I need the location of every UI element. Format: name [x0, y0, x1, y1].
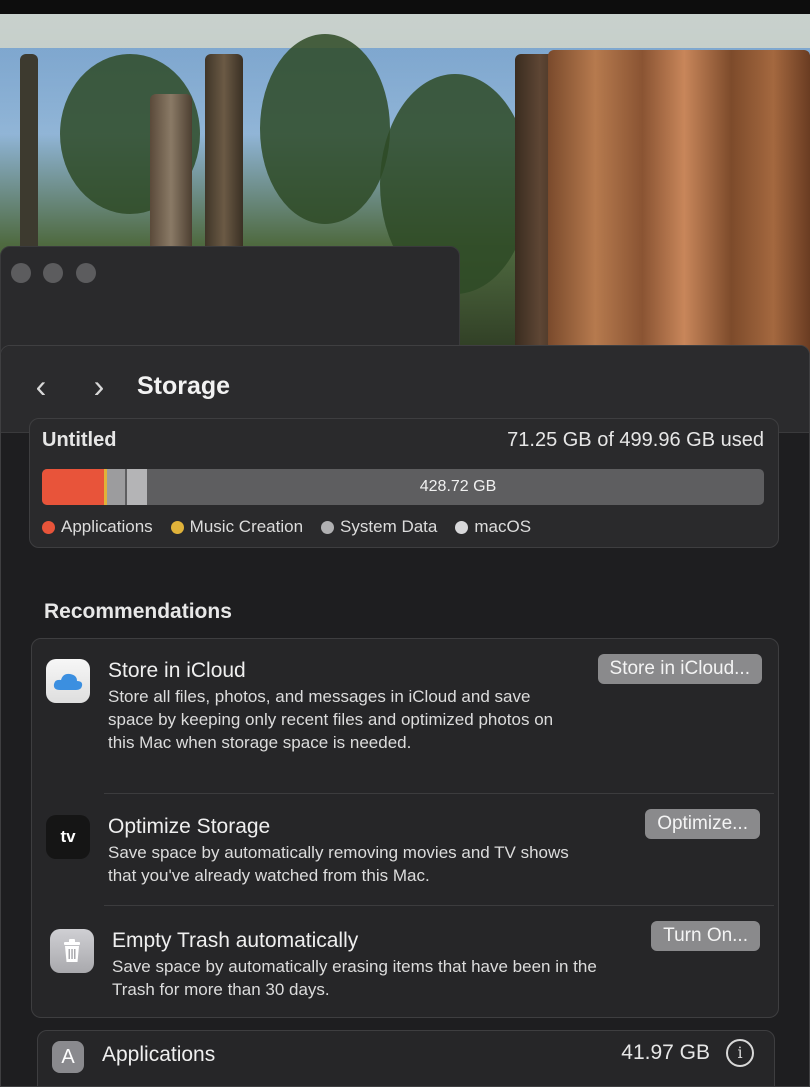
recommendation-title: Store in iCloud — [108, 659, 246, 682]
minimize-button[interactable] — [43, 263, 63, 283]
disk-used-text: 71.25 GB of 499.96 GB used — [507, 429, 764, 451]
tree-trunk — [20, 54, 38, 264]
recommendation-optimize-storage: tv Optimize Storage Save space by automa… — [32, 795, 778, 905]
category-size: 41.97 GB — [621, 1041, 710, 1064]
forward-button[interactable]: › — [87, 370, 111, 402]
divider — [104, 793, 774, 794]
category-row-applications[interactable]: A Applications 41.97 GB i — [37, 1030, 775, 1086]
legend-label: System Data — [340, 517, 438, 536]
recommendation-description: Save space by automatically erasing item… — [112, 957, 597, 999]
recommendations-card: Store in iCloud Store all files, photos,… — [31, 638, 779, 1018]
divider — [104, 905, 774, 906]
recommendation-title: Optimize Storage — [108, 815, 271, 838]
storage-legend: Applications Music Creation System Data … — [42, 517, 531, 537]
storage-settings-window: ‹ › Storage Untitled 71.25 GB of 499.96 … — [0, 345, 810, 1087]
legend-item-applications: Applications — [42, 517, 153, 537]
apple-tv-icon-text: tv — [60, 827, 76, 846]
monitor-bezel — [0, 0, 810, 14]
page-title: Storage — [137, 372, 231, 400]
legend-item-macos: macOS — [455, 517, 531, 537]
recommendation-store-in-icloud: Store in iCloud Store all files, photos,… — [32, 639, 778, 789]
info-icon[interactable]: i — [726, 1039, 754, 1067]
store-in-icloud-button[interactable]: Store in iCloud... — [597, 654, 762, 684]
recommendation-description: Save space by automatically removing mov… — [108, 843, 569, 885]
sequoia-trunk — [548, 50, 810, 370]
legend-label: Music Creation — [189, 517, 304, 536]
apple-tv-icon: tv — [46, 815, 90, 859]
free-space-label: 428.72 GB — [419, 478, 497, 495]
disk-usage-card: Untitled 71.25 GB of 499.96 GB used 428.… — [29, 418, 779, 548]
category-label: Applications — [102, 1043, 216, 1066]
trash-icon — [50, 929, 94, 973]
tree-trunk — [205, 54, 243, 274]
recommendations-heading: Recommendations — [44, 600, 232, 623]
trash-can-glyph — [64, 939, 80, 962]
legend-dot — [42, 520, 55, 534]
recommendation-empty-trash: Empty Trash automatically Save space by … — [32, 907, 778, 1017]
close-button[interactable] — [11, 263, 31, 283]
recommendation-title: Empty Trash automatically — [112, 929, 359, 952]
legend-item-music-creation: Music Creation — [170, 517, 304, 537]
legend-label: Applications — [61, 517, 153, 536]
recommendation-description: Store all files, photos, and messages in… — [108, 687, 554, 752]
disk-name: Untitled — [42, 429, 117, 451]
legend-dot — [321, 520, 335, 534]
back-button[interactable]: ‹ — [29, 370, 53, 402]
turn-on-button[interactable]: Turn On... — [651, 921, 760, 951]
optimize-button[interactable]: Optimize... — [645, 809, 760, 839]
legend-dot — [455, 520, 469, 534]
app-store-icon: A — [52, 1041, 84, 1073]
zoom-button[interactable] — [76, 263, 96, 283]
tree-foliage — [260, 34, 390, 224]
storage-bar[interactable]: 428.72 GB — [42, 469, 764, 505]
legend-dot — [170, 520, 184, 534]
cloud-glyph — [53, 673, 83, 690]
legend-label: macOS — [474, 517, 532, 536]
legend-item-system-data: System Data — [321, 517, 437, 537]
icloud-icon — [46, 659, 90, 703]
